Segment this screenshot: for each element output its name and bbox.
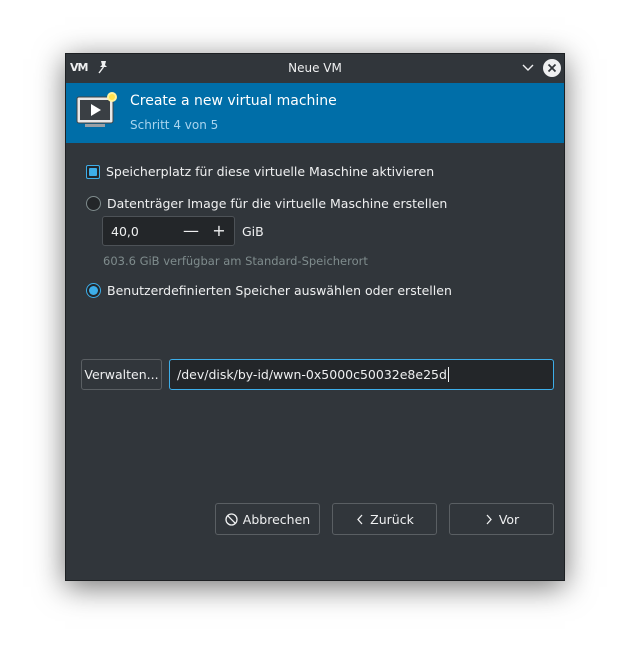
monitor-play-icon: [76, 92, 117, 127]
text-cursor: [447, 367, 449, 382]
custom-storage-row[interactable]: Benutzerdefinierten Speicher auswählen o…: [86, 283, 452, 298]
available-space-hint: 603.6 GiB verfügbar am Standard-Speicher…: [103, 254, 368, 268]
disk-size-value[interactable]: 40,0: [111, 224, 139, 239]
chevron-down-icon[interactable]: [520, 61, 536, 75]
new-vm-dialog: VM Neue VM Create a new virtual machine …: [65, 53, 565, 581]
chevron-left-icon: [355, 513, 365, 526]
create-image-radio[interactable]: [86, 196, 101, 211]
forward-button-label: Vor: [498, 511, 520, 527]
window-title: Neue VM: [288, 61, 342, 75]
back-button[interactable]: Zurück: [332, 503, 437, 535]
create-image-row[interactable]: Datenträger Image für die virtuelle Masc…: [86, 196, 447, 211]
disk-size-spinbox[interactable]: 40,0 — +: [102, 216, 235, 246]
storage-path-input[interactable]: /dev/disk/by-id/wwn-0x5000c50032e8e25d: [169, 359, 554, 390]
chevron-right-icon: [484, 513, 494, 526]
enable-storage-label[interactable]: Speicherplatz für diese virtuelle Maschi…: [106, 164, 434, 179]
enable-storage-row[interactable]: Speicherplatz für diese virtuelle Maschi…: [86, 164, 434, 179]
manage-button[interactable]: Verwalten...: [81, 359, 162, 390]
cancel-icon: [225, 512, 238, 526]
storage-path-value: /dev/disk/by-id/wwn-0x5000c50032e8e25d: [177, 367, 447, 382]
decrement-button[interactable]: —: [181, 221, 201, 241]
forward-button[interactable]: Vor: [449, 503, 554, 535]
cancel-button[interactable]: Abbrechen: [215, 503, 320, 535]
custom-storage-label[interactable]: Benutzerdefinierten Speicher auswählen o…: [107, 283, 452, 298]
titlebar[interactable]: VM Neue VM: [66, 54, 564, 83]
storage-page: Speicherplatz für diese virtuelle Maschi…: [66, 143, 564, 580]
wizard-header: Create a new virtual machine Schritt 4 v…: [66, 83, 564, 143]
create-image-label[interactable]: Datenträger Image für die virtuelle Masc…: [107, 196, 447, 211]
increment-button[interactable]: +: [209, 221, 229, 241]
cancel-button-label: Abbrechen: [242, 511, 311, 527]
custom-storage-radio[interactable]: [86, 283, 101, 298]
back-button-label: Zurück: [370, 511, 414, 527]
wizard-step-indicator: Schritt 4 von 5: [130, 118, 219, 132]
disk-size-unit: GiB: [242, 224, 264, 239]
wizard-title: Create a new virtual machine: [130, 93, 337, 109]
manage-button-label: Verwalten...: [84, 367, 159, 382]
close-icon[interactable]: [543, 59, 561, 77]
enable-storage-checkbox[interactable]: [86, 164, 100, 179]
